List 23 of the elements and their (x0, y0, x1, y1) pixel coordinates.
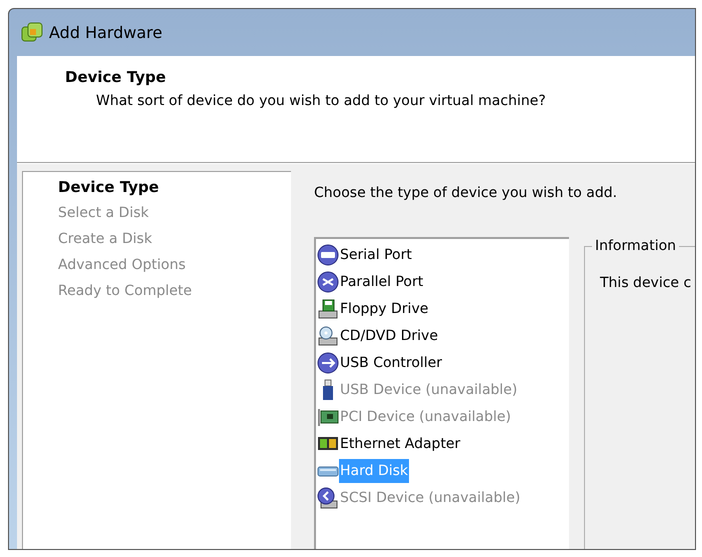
device-item[interactable]: Serial Port (317, 241, 413, 268)
information-text: This device c (600, 275, 692, 291)
step-item: Create a Disk (58, 230, 154, 249)
header-subtitle: What sort of device do you wish to add to your virtual machine? (95, 92, 547, 110)
device-item[interactable]: USB Controller (317, 349, 444, 376)
header-title: Device Type (65, 67, 167, 88)
scsi-device-icon (317, 486, 339, 508)
step-item: Select a Disk (58, 204, 150, 223)
usb-icon (317, 352, 339, 374)
step-item: Ready to Complete (58, 282, 193, 301)
device-item[interactable]: Parallel Port (317, 268, 424, 295)
cd-drive-icon (317, 324, 339, 346)
window-title: Add Hardware (49, 22, 162, 44)
device-item[interactable]: Floppy Drive (317, 295, 430, 322)
device-item[interactable]: CD/DVD Drive (317, 322, 439, 349)
serial-port-icon (317, 244, 339, 266)
step-item: Device Type (58, 177, 160, 198)
device-item[interactable]: Ethernet Adapter (317, 430, 462, 457)
app-logo-icon (21, 22, 43, 44)
floppy-drive-icon (317, 298, 339, 320)
prompt-text: Choose the type of device you wish to add. (314, 184, 618, 203)
step-item: Advanced Options (58, 256, 187, 275)
parallel-port-icon (317, 270, 339, 292)
